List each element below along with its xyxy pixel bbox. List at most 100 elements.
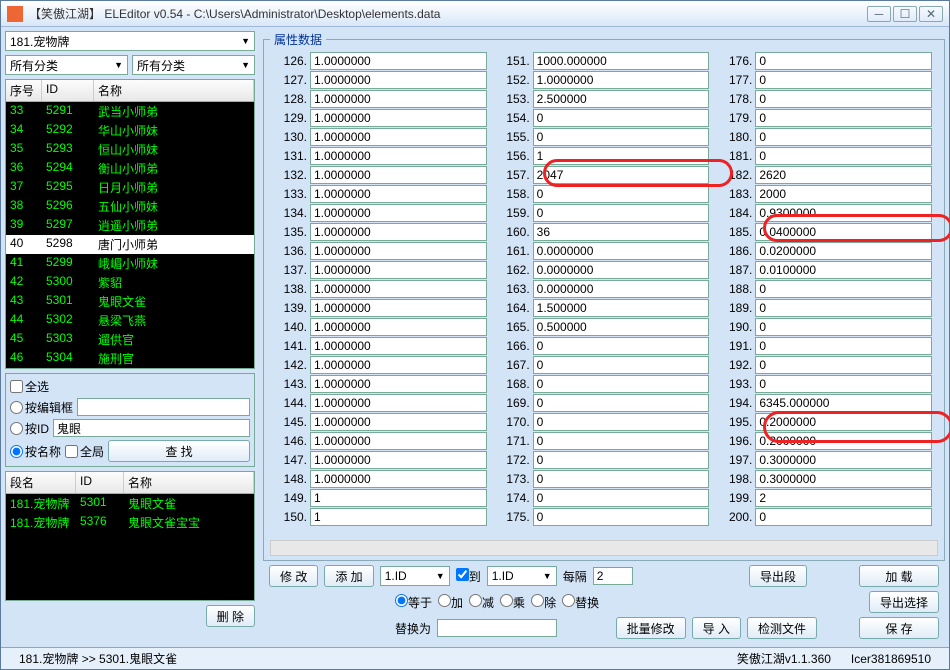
property-input[interactable] [533, 356, 710, 374]
select-all-checkbox[interactable]: 全选 [10, 378, 49, 395]
property-input[interactable] [310, 413, 487, 431]
property-input[interactable] [533, 109, 710, 127]
add-radio[interactable]: 加 [438, 594, 463, 611]
property-input[interactable] [755, 147, 932, 165]
property-input[interactable] [310, 71, 487, 89]
list-item[interactable]: 475305汀溪草寇 [6, 368, 254, 369]
editbox-input[interactable] [77, 398, 250, 416]
sub-radio[interactable]: 减 [469, 594, 494, 611]
property-input[interactable] [310, 128, 487, 146]
list-item[interactable]: 385296五仙小师妹 [6, 197, 254, 216]
property-input[interactable] [755, 223, 932, 241]
result-list[interactable]: 段名 ID 名称 181.宠物牌5301鬼眼文雀181.宠物牌5376鬼眼文雀宝… [5, 471, 255, 601]
property-input[interactable] [310, 318, 487, 336]
list-item[interactable]: 455303遛供官 [6, 330, 254, 349]
property-input[interactable] [533, 489, 710, 507]
property-input[interactable] [310, 489, 487, 507]
search-button[interactable]: 查 找 [108, 440, 250, 462]
list-item[interactable]: 465304施刑官 [6, 349, 254, 368]
property-input[interactable] [310, 451, 487, 469]
property-input[interactable] [533, 394, 710, 412]
replace-input[interactable] [437, 619, 557, 637]
property-input[interactable] [755, 375, 932, 393]
property-input[interactable] [310, 204, 487, 222]
horizontal-scrollbar[interactable] [270, 540, 938, 556]
minimize-button[interactable]: ─ [867, 6, 891, 22]
property-input[interactable] [755, 261, 932, 279]
check-file-button[interactable]: 检测文件 [747, 617, 817, 639]
eq-radio[interactable]: 等于 [395, 594, 432, 611]
property-input[interactable] [310, 185, 487, 203]
property-input[interactable] [310, 280, 487, 298]
property-input[interactable] [310, 375, 487, 393]
by-id-radio[interactable]: 按ID [10, 420, 49, 437]
to-checkbox[interactable]: 到 [456, 568, 481, 585]
property-input[interactable] [310, 90, 487, 108]
property-input[interactable] [310, 166, 487, 184]
div-radio[interactable]: 除 [531, 594, 556, 611]
property-input[interactable] [755, 185, 932, 203]
property-input[interactable] [755, 166, 932, 184]
property-input[interactable] [310, 299, 487, 317]
property-input[interactable] [533, 204, 710, 222]
list-item[interactable]: 375295日月小师弟 [6, 178, 254, 197]
property-input[interactable] [755, 52, 932, 70]
property-input[interactable] [533, 166, 710, 184]
batch-edit-button[interactable]: 批量修改 [616, 617, 686, 639]
property-input[interactable] [533, 261, 710, 279]
property-input[interactable] [310, 261, 487, 279]
list-item[interactable]: 335291武当小师弟 [6, 102, 254, 121]
property-input[interactable] [533, 451, 710, 469]
property-input[interactable] [533, 299, 710, 317]
category-dropdown[interactable]: 181.宠物牌▼ [5, 31, 255, 51]
export-segment-button[interactable]: 导出段 [749, 565, 807, 587]
delete-button[interactable]: 删 除 [206, 605, 255, 627]
property-input[interactable] [310, 223, 487, 241]
property-input[interactable] [755, 337, 932, 355]
property-input[interactable] [755, 489, 932, 507]
filter1-dropdown[interactable]: 所有分类▼ [5, 55, 128, 75]
property-input[interactable] [755, 280, 932, 298]
modify-button[interactable]: 修 改 [269, 565, 318, 587]
property-input[interactable] [755, 356, 932, 374]
property-input[interactable] [310, 109, 487, 127]
property-input[interactable] [533, 280, 710, 298]
property-input[interactable] [755, 508, 932, 526]
list-item[interactable]: 355293恒山小师妹 [6, 140, 254, 159]
filter2-dropdown[interactable]: 所有分类▼ [132, 55, 255, 75]
list-item[interactable]: 445302悬梁飞燕 [6, 311, 254, 330]
id-input[interactable] [53, 419, 250, 437]
property-input[interactable] [755, 451, 932, 469]
result-item[interactable]: 181.宠物牌5376鬼眼文雀宝宝 [6, 513, 254, 532]
property-input[interactable] [533, 470, 710, 488]
property-input[interactable] [755, 432, 932, 450]
property-input[interactable] [533, 90, 710, 108]
list-item[interactable]: 345292华山小师妹 [6, 121, 254, 140]
result-item[interactable]: 181.宠物牌5301鬼眼文雀 [6, 494, 254, 513]
every-input[interactable] [593, 567, 633, 585]
property-input[interactable] [533, 128, 710, 146]
from-id-dropdown[interactable]: 1.ID▼ [380, 566, 450, 586]
list-item[interactable]: 425300紫貂 [6, 273, 254, 292]
property-input[interactable] [533, 242, 710, 260]
import-button[interactable]: 导 入 [692, 617, 741, 639]
property-input[interactable] [755, 242, 932, 260]
property-input[interactable] [310, 394, 487, 412]
property-input[interactable] [533, 71, 710, 89]
property-input[interactable] [310, 242, 487, 260]
property-input[interactable] [310, 52, 487, 70]
property-input[interactable] [533, 147, 710, 165]
list-item[interactable]: 365294衡山小师弟 [6, 159, 254, 178]
property-input[interactable] [533, 432, 710, 450]
property-input[interactable] [755, 413, 932, 431]
by-editbox-radio[interactable]: 按编辑框 [10, 399, 73, 416]
to-id-dropdown[interactable]: 1.ID▼ [487, 566, 557, 586]
property-input[interactable] [755, 470, 932, 488]
property-input[interactable] [533, 508, 710, 526]
add-button[interactable]: 添 加 [324, 565, 373, 587]
property-input[interactable] [755, 394, 932, 412]
property-input[interactable] [310, 432, 487, 450]
property-input[interactable] [310, 356, 487, 374]
load-button[interactable]: 加 载 [859, 565, 939, 587]
property-input[interactable] [533, 413, 710, 431]
